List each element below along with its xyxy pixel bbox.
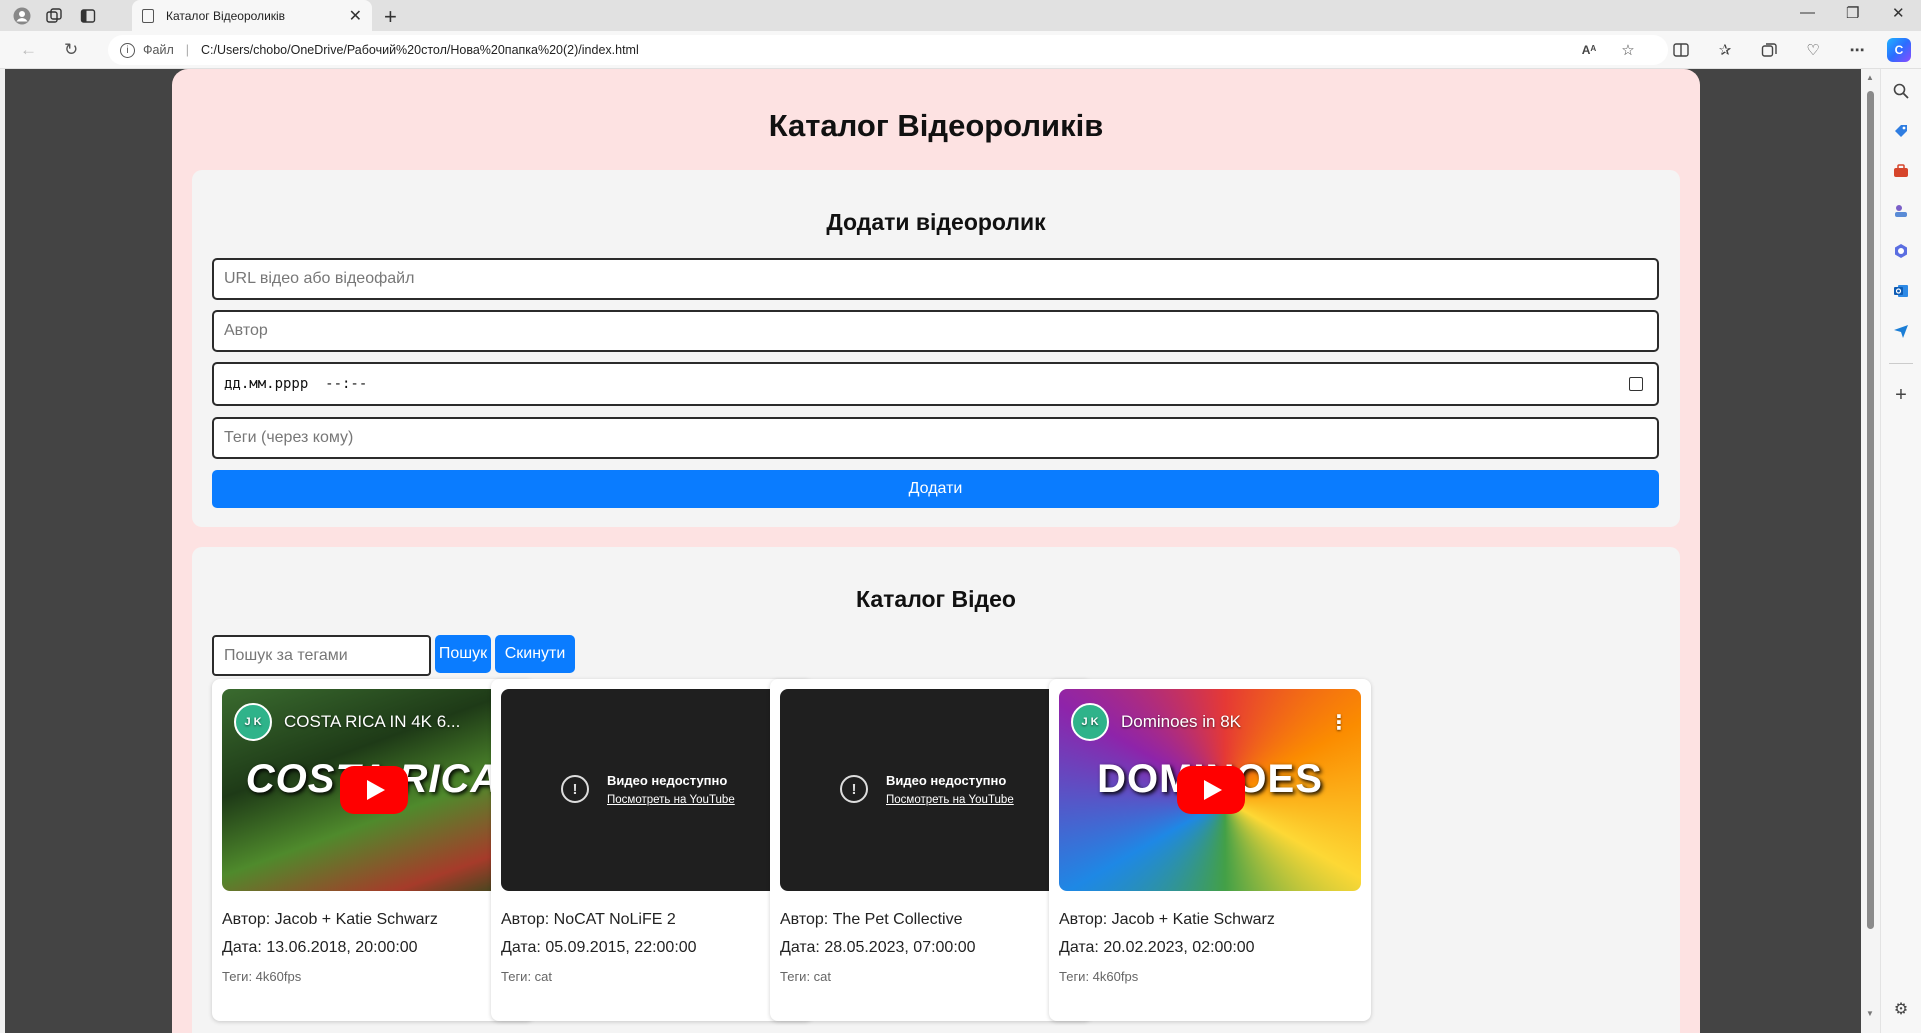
close-tab-icon[interactable]: ✕ bbox=[349, 6, 362, 26]
page-scrollbar[interactable]: ▲ ▼ bbox=[1861, 69, 1880, 1033]
video-tags: Теги: 4k60fps bbox=[1059, 969, 1139, 984]
datetime-input[interactable]: дд.мм.рррр --:-- bbox=[212, 362, 1659, 406]
microsoft-365-icon[interactable] bbox=[1891, 241, 1911, 261]
video-date: Дата: 20.02.2023, 02:00:00 bbox=[1059, 939, 1255, 956]
play-button-icon[interactable] bbox=[1177, 766, 1245, 814]
shopping-tag-icon[interactable] bbox=[1891, 121, 1911, 141]
address-bar[interactable]: i Файл | C:/Users/chobo/OneDrive/Рабочий… bbox=[108, 35, 1668, 65]
video-author: Автор: The Pet Collective bbox=[780, 911, 963, 928]
scrollbar-thumb[interactable] bbox=[1867, 91, 1874, 929]
address-scheme: Файл bbox=[143, 43, 174, 57]
tag-search-input[interactable]: Пошук за тегами bbox=[212, 635, 431, 676]
more-options-icon[interactable]: ⋮ bbox=[1329, 710, 1349, 735]
unavailable-title: Видео недоступно bbox=[886, 773, 1007, 788]
copilot-icon[interactable]: C bbox=[1887, 38, 1911, 62]
catalog-panel: Каталог Відео Пошук за тегами Пошук Скин… bbox=[192, 547, 1680, 1033]
profile-icon[interactable] bbox=[12, 6, 32, 26]
page-container: Каталог Відеороликів Додати відеоролик U… bbox=[172, 69, 1700, 1033]
workspaces-icon[interactable] bbox=[44, 6, 64, 26]
add-video-heading: Додати відеоролик bbox=[826, 209, 1046, 235]
alert-icon: ! bbox=[561, 775, 589, 803]
video-date: Дата: 05.09.2015, 22:00:00 bbox=[501, 939, 697, 956]
tab-active[interactable]: Каталог Відеороликів ✕ bbox=[132, 0, 372, 31]
url-input[interactable]: URL відео або відеофайл bbox=[212, 258, 1659, 300]
edge-sidebar: + ⚙ bbox=[1880, 69, 1921, 1033]
back-icon[interactable]: ← bbox=[20, 40, 37, 60]
document-icon bbox=[142, 8, 154, 23]
page-title: Каталог Відеороликів bbox=[768, 108, 1104, 143]
video-card: ! Видео недоступно Посмотреть на YouTube… bbox=[770, 679, 1092, 1021]
video-tags: Теги: 4k60fps bbox=[222, 969, 302, 984]
send-icon[interactable] bbox=[1891, 321, 1911, 341]
address-separator: | bbox=[185, 43, 189, 57]
split-screen-icon[interactable] bbox=[1670, 39, 1692, 61]
outlook-icon[interactable] bbox=[1891, 281, 1911, 301]
video-embed[interactable]: DOMINOES J K Dominoes in 8K ⋮ bbox=[1059, 689, 1361, 891]
read-aloud-icon[interactable]: Aᴬ bbox=[1578, 39, 1600, 61]
favorites-icon[interactable]: ✰ bbox=[1714, 39, 1736, 61]
scroll-up-arrow-icon[interactable]: ▲ bbox=[1866, 73, 1874, 82]
video-author: Автор: NoCAT NoLiFE 2 bbox=[501, 911, 676, 928]
refresh-icon[interactable]: ↻ bbox=[64, 40, 78, 60]
search-button[interactable]: Пошук bbox=[435, 635, 491, 673]
video-author: Автор: Jacob + Katie Schwarz bbox=[222, 911, 438, 928]
reset-button[interactable]: Скинути bbox=[495, 635, 575, 673]
video-embed[interactable]: ! Видео недоступно Посмотреть на YouTube bbox=[501, 689, 803, 891]
video-header: J K COSTA RICA IN 4K 6... ⋮ bbox=[234, 703, 512, 741]
address-bar-row: ← ↻ i Файл | C:/Users/chobo/OneDrive/Раб… bbox=[0, 31, 1921, 69]
video-date: Дата: 28.05.2023, 07:00:00 bbox=[780, 939, 976, 956]
close-window-icon[interactable]: ✕ bbox=[1892, 4, 1905, 22]
tab-title: Каталог Відеороликів bbox=[166, 8, 286, 23]
video-author: Автор: Jacob + Katie Schwarz bbox=[1059, 911, 1275, 928]
channel-avatar[interactable]: J K bbox=[1071, 703, 1109, 741]
channel-avatar[interactable]: J K bbox=[234, 703, 272, 741]
add-video-panel: Додати відеоролик URL відео або відеофай… bbox=[192, 170, 1680, 527]
calendar-icon[interactable] bbox=[1629, 377, 1643, 391]
watch-on-youtube-link[interactable]: Посмотреть на YouTube bbox=[886, 794, 1014, 806]
video-card: COSTA RICA J K COSTA RICA IN 4K 6... ⋮ А… bbox=[212, 679, 534, 1021]
video-title[interactable]: Dominoes in 8K bbox=[1121, 712, 1329, 732]
unavailable-message: ! Видео недоступно Посмотреть на YouTube bbox=[561, 773, 735, 806]
video-tags: Теги: cat bbox=[780, 969, 832, 984]
unavailable-message: ! Видео недоступно Посмотреть на YouTube bbox=[840, 773, 1014, 806]
games-icon[interactable] bbox=[1891, 201, 1911, 221]
info-icon[interactable]: i bbox=[120, 42, 135, 58]
play-button-icon[interactable] bbox=[340, 766, 408, 814]
browser-essentials-icon[interactable]: ♡ bbox=[1802, 39, 1824, 61]
more-menu-icon[interactable]: ⋯ bbox=[1846, 39, 1868, 61]
alert-icon: ! bbox=[840, 775, 868, 803]
video-embed[interactable]: ! Видео недоступно Посмотреть на YouTube bbox=[780, 689, 1082, 891]
unavailable-title: Видео недоступно bbox=[607, 773, 728, 788]
tags-input[interactable]: Теги (через кому) bbox=[212, 417, 1659, 459]
video-card: DOMINOES J K Dominoes in 8K ⋮ Автор: Jac… bbox=[1049, 679, 1371, 1021]
scroll-down-arrow-icon[interactable]: ▼ bbox=[1866, 1009, 1874, 1018]
search-icon[interactable] bbox=[1891, 81, 1911, 101]
add-video-button[interactable]: Додати bbox=[212, 470, 1659, 508]
video-header: J K Dominoes in 8K ⋮ bbox=[1071, 703, 1349, 741]
new-tab-icon[interactable]: + bbox=[384, 4, 397, 30]
minimize-icon[interactable]: — bbox=[1800, 4, 1815, 21]
video-title[interactable]: COSTA RICA IN 4K 6... bbox=[284, 712, 492, 732]
watch-on-youtube-link[interactable]: Посмотреть на YouTube bbox=[607, 794, 735, 806]
video-tags: Теги: cat bbox=[501, 969, 553, 984]
add-sidebar-app-icon[interactable]: + bbox=[1891, 384, 1911, 406]
favorite-star-icon[interactable]: ☆ bbox=[1617, 39, 1639, 61]
tools-briefcase-icon[interactable] bbox=[1891, 161, 1911, 181]
datetime-value: дд.мм.рррр --:-- bbox=[224, 376, 368, 392]
author-input[interactable]: Автор bbox=[212, 310, 1659, 352]
video-date: Дата: 13.06.2018, 20:00:00 bbox=[222, 939, 418, 956]
sidebar-settings-icon[interactable]: ⚙ bbox=[1891, 999, 1911, 1019]
tab-bar: Каталог Відеороликів ✕ + — ❐ ✕ bbox=[0, 0, 1921, 31]
video-embed[interactable]: COSTA RICA J K COSTA RICA IN 4K 6... ⋮ bbox=[222, 689, 524, 891]
collections-icon[interactable] bbox=[1758, 39, 1780, 61]
video-card: ! Видео недоступно Посмотреть на YouTube… bbox=[491, 679, 813, 1021]
vertical-tabs-icon[interactable] bbox=[78, 6, 98, 26]
page-viewport: Каталог Відеороликів Додати відеоролик U… bbox=[5, 69, 1861, 1033]
sidebar-divider bbox=[1889, 363, 1913, 364]
catalog-heading: Каталог Відео bbox=[856, 586, 1016, 612]
restore-icon[interactable]: ❐ bbox=[1846, 4, 1859, 22]
address-url: C:/Users/chobo/OneDrive/Рабочий%20стол/Н… bbox=[200, 43, 639, 57]
